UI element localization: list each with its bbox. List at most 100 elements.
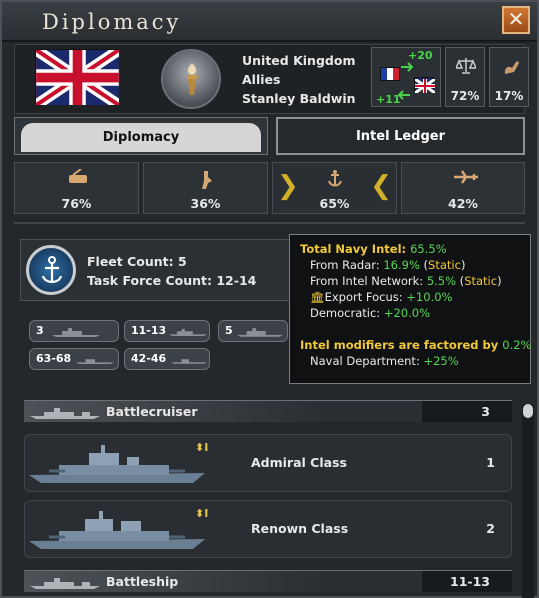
stat-strength[interactable]: 17% [489, 47, 529, 107]
category-airforce[interactable]: 42% [401, 162, 525, 214]
leader-name: Stanley Baldwin [242, 91, 356, 106]
fleet-count: Fleet Count: 5 [87, 254, 187, 269]
army-icon [69, 169, 87, 183]
battlecruiser-illustration-icon [29, 445, 205, 483]
uk-flag-icon [33, 45, 122, 110]
category-airforce-value: 42% [448, 196, 478, 211]
tab-diplomacy-label: Diplomacy [21, 123, 261, 152]
ship-type-chip[interactable]: 63-68 [29, 348, 119, 370]
ship-class-card[interactable]: ⬍I Renown Class 2 [24, 500, 512, 558]
tooltip-export-value: +10.0% [406, 290, 453, 304]
tooltip-factor-label: Intel modifiers are factored by [300, 338, 503, 352]
ship-class-count: 1 [486, 455, 495, 470]
window-title: Diplomacy [42, 10, 182, 34]
anchor-icon [328, 170, 342, 187]
ship-type-chip[interactable]: 5 [218, 320, 288, 342]
group-count: 11-13 [450, 574, 490, 589]
ship-group-header[interactable]: Battleship 11-13 [24, 570, 512, 592]
stat-strength-value: 17% [494, 89, 524, 103]
tier-arrow-icon: ⬍ [195, 507, 205, 520]
tab-intel-ledger-label: Intel Ledger [355, 129, 446, 144]
ship-type-chip[interactable]: 3 [29, 320, 119, 342]
intel-category-bar: 76% 36% ❯ ❮ 65% 42% [14, 162, 525, 214]
scrollbar-thumb[interactable] [523, 404, 533, 418]
tooltip-network-label: From Intel Network: [310, 274, 427, 288]
divider [14, 222, 525, 224]
ship-class-name: Renown Class [251, 521, 349, 536]
chip-value: 42-46 [131, 352, 167, 365]
ship-silhouette-icon [30, 578, 100, 589]
tab-intel-ledger[interactable]: Intel Ledger [276, 117, 525, 155]
chip-value: 3 [36, 324, 44, 337]
tier-badge: ⬍I [195, 507, 208, 520]
stat-scales-value: 72% [450, 89, 480, 103]
tab-diplomacy[interactable]: Diplomacy [14, 117, 268, 155]
country-header: United Kingdom Allies Stanley Baldwin +2… [14, 44, 529, 114]
navy-intel-tooltip: Total Navy Intel: 65.5% From Radar: 16.9… [289, 234, 531, 384]
tier-badge: ⬍I [195, 441, 208, 454]
chip-value: 63-68 [36, 352, 72, 365]
list-scrollbar[interactable] [522, 404, 534, 598]
tooltip-radar-label: From Radar: [310, 258, 384, 272]
category-army[interactable]: 76% [14, 162, 139, 214]
ideology-torch-icon [161, 49, 221, 109]
group-name: Battlecruiser [106, 404, 198, 419]
close-button[interactable]: ✕ [502, 6, 530, 34]
category-navy[interactable]: ❯ ❮ 65% [272, 162, 397, 214]
category-air[interactable]: 36% [143, 162, 268, 214]
ship-class-count: 2 [486, 521, 495, 536]
tier-arrow-icon: ⬍ [195, 441, 205, 454]
tooltip-total-label: Total Navy Intel: [300, 242, 411, 256]
navy-anchor-icon [26, 245, 76, 295]
category-navy-value: 65% [319, 196, 350, 211]
ship-silhouette-icon [52, 328, 100, 337]
stat-scales[interactable]: 72% [445, 47, 485, 107]
ship-type-chip[interactable]: 11-13 [124, 320, 210, 342]
country-info: United Kingdom Allies Stanley Baldwin [242, 51, 356, 108]
soldier-icon [202, 171, 212, 189]
ship-class-card[interactable]: ⬍I Admiral Class 1 [24, 434, 512, 492]
france-flag-icon [380, 67, 400, 81]
tooltip-factor-value: 0.2% [502, 338, 532, 352]
fleet-summary: Fleet Count: 5 Task Force Count: 12-14 [20, 239, 296, 301]
scales-icon [456, 58, 476, 74]
tooltip-total-value: 65.5% [410, 242, 447, 256]
country-name: United Kingdom [242, 53, 356, 68]
battlecruiser-illustration-icon [29, 511, 205, 549]
tooltip-radar-static: Static [428, 258, 461, 272]
ship-group-header[interactable]: Battlecruiser 3 [24, 400, 512, 422]
ship-class-name: Admiral Class [251, 455, 347, 470]
tooltip-export-label: Export Focus: [324, 290, 407, 304]
ship-silhouette-icon [30, 408, 100, 419]
category-air-value: 36% [190, 196, 221, 211]
relations-panel[interactable]: +20 +11 [371, 47, 441, 107]
diplomacy-window: Diplomacy ✕ United Kingdom Allies Stanle… [0, 0, 539, 598]
relation-up-value: +20 [408, 49, 433, 62]
tooltip-democratic-value: +20.0% [383, 306, 430, 320]
ship-silhouette-icon [237, 328, 283, 337]
ship-silhouette-icon [169, 328, 207, 336]
arm-strength-icon [504, 61, 519, 74]
tier-value: I [204, 441, 209, 454]
chip-value: 11-13 [131, 324, 167, 337]
faction-name: Allies [242, 72, 281, 87]
group-name: Battleship [106, 574, 179, 589]
tooltip-network-static: Static [464, 274, 498, 288]
tooltip-naval-dept-label: Naval Department: [310, 354, 424, 368]
title-bar: Diplomacy ✕ [2, 2, 537, 42]
ship-type-chip[interactable]: 42-46 [124, 348, 210, 370]
category-army-value: 76% [61, 196, 92, 211]
plane-icon [454, 170, 478, 184]
uk-mini-flag-icon [414, 77, 436, 95]
tab-bar: Diplomacy Intel Ledger [14, 117, 525, 155]
tooltip-naval-dept-value: +25% [423, 354, 459, 368]
tier-value: I [204, 507, 209, 520]
tooltip-radar-value: 16.9% [383, 258, 420, 272]
tooltip-network-value: 5.5% [426, 274, 457, 288]
relation-down-value: +11 [376, 93, 401, 106]
task-force-count: Task Force Count: 12-14 [87, 273, 257, 288]
chip-value: 5 [225, 324, 233, 337]
ship-list: Battlecruiser 3 ⬍I Admiral Class 1 ⬍I Re… [14, 394, 514, 598]
group-count: 3 [481, 404, 490, 419]
export-focus-icon: 🏛 [310, 290, 325, 304]
